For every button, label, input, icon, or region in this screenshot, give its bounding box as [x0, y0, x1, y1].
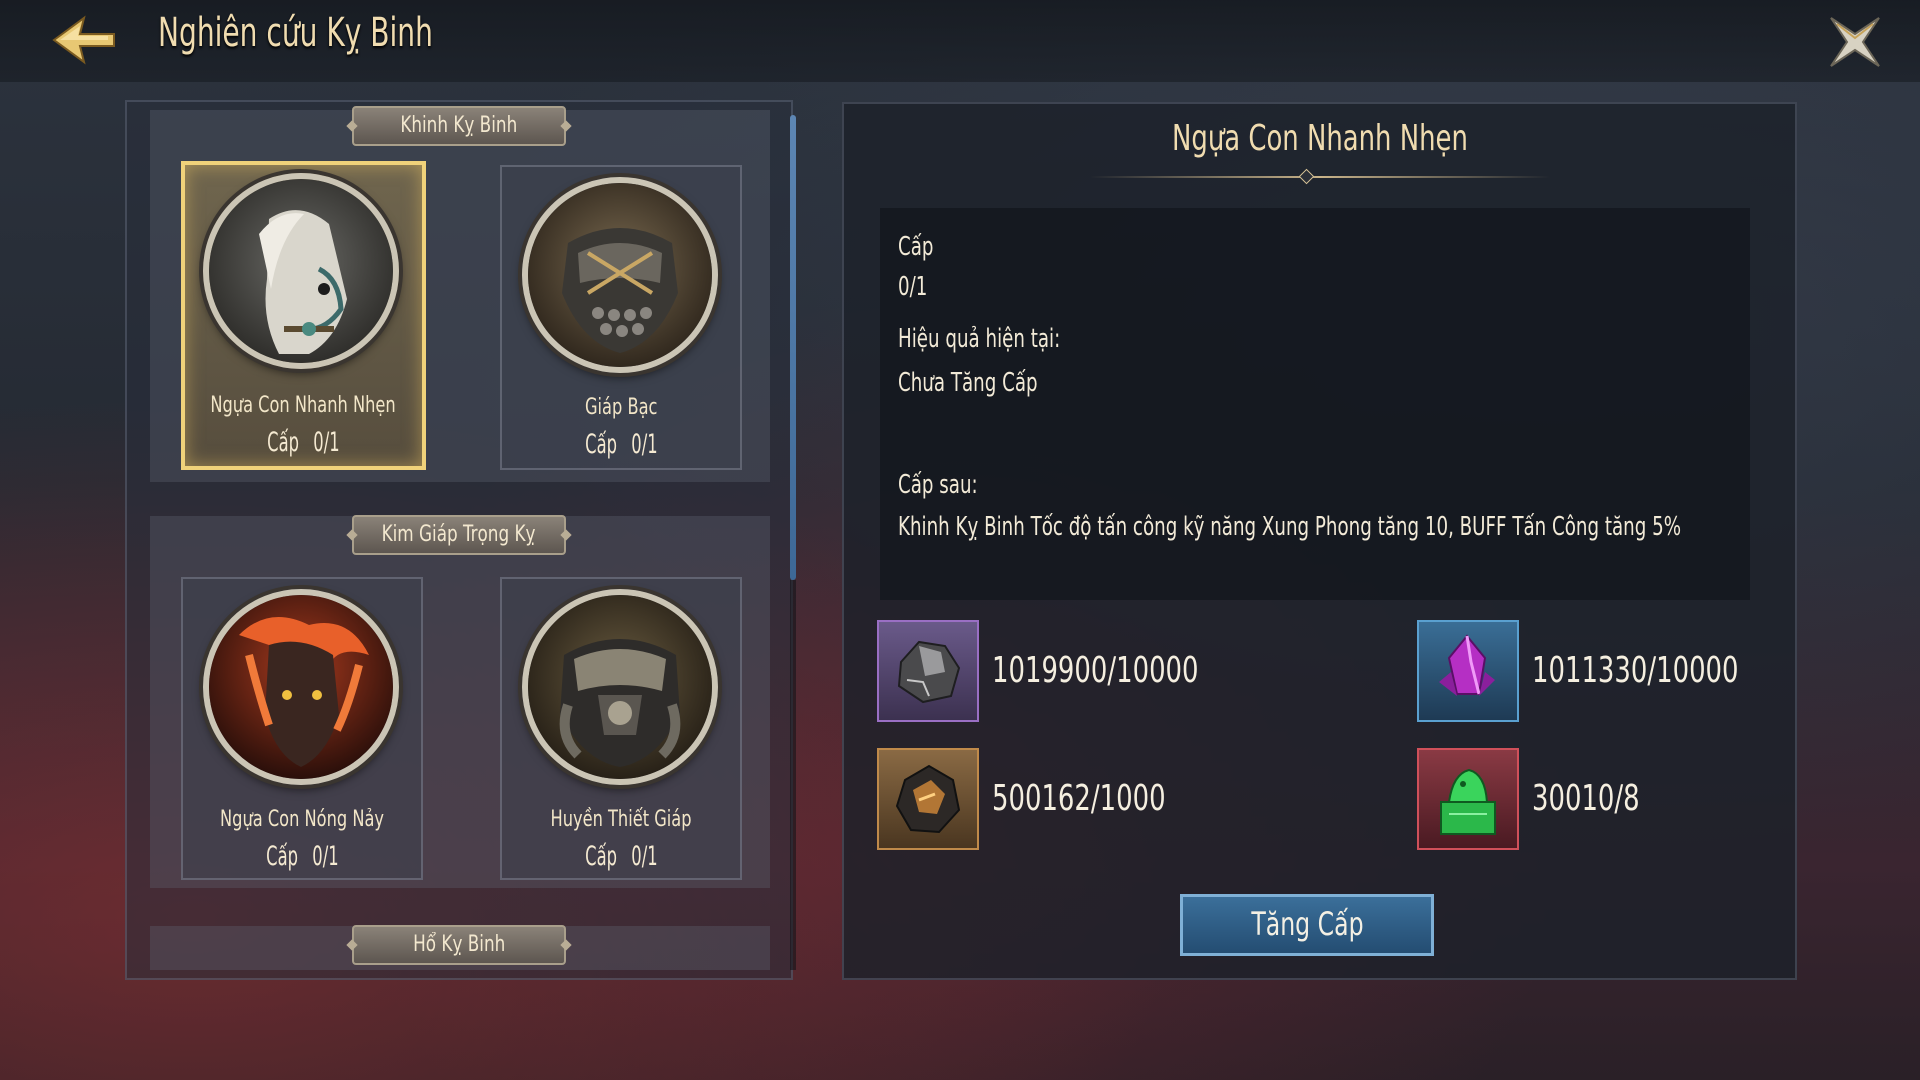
group-header-khinh-ky-binh: Khinh Kỵ Binh: [352, 106, 566, 146]
current-effect-label: Hiệu quả hiện tại:: [898, 324, 1061, 354]
fiery-horse-portrait: [203, 589, 399, 785]
purple-crystal-icon: [1417, 620, 1519, 722]
meteorite-ore-amount: 500162/1000: [992, 778, 1166, 819]
group-header-kim-giap-trong-ky: Kim Giáp Trọng Kỵ: [352, 515, 566, 555]
back-button[interactable]: [50, 10, 120, 70]
close-icon: [1830, 17, 1880, 67]
card-name: Ngựa Con Nhanh Nhẹn: [210, 393, 397, 418]
jade-seal-icon: [1417, 748, 1519, 850]
scrollbar-track: [790, 580, 796, 970]
next-level-label: Cấp sau:: [898, 470, 978, 500]
card-level: Cấp 0/1: [584, 841, 658, 872]
top-bar: Nghiên cứu Kỵ Binh: [0, 0, 1920, 82]
level-value: 0/1: [898, 272, 928, 302]
meteorite-ore-icon: [877, 748, 979, 850]
card-level: Cấp 0/1: [265, 841, 339, 872]
detail-title: Ngựa Con Nhanh Nhẹn: [1171, 118, 1468, 159]
upgrade-button[interactable]: Tăng Cấp: [1180, 894, 1434, 956]
research-card-ngua-con-nhanh-nhen[interactable]: Ngựa Con Nhanh Nhẹn Cấp 0/1: [181, 161, 426, 470]
dark-iron-armor-portrait: [522, 589, 718, 785]
card-level: Cấp 0/1: [267, 427, 341, 458]
jade-seal-amount: 30010/8: [1532, 778, 1640, 819]
research-card-giap-bac[interactable]: Giáp Bạc Cấp 0/1: [500, 165, 742, 470]
white-horse-portrait: [203, 173, 399, 369]
purple-crystal-amount: 1011330/10000: [1532, 650, 1739, 691]
close-button[interactable]: [1825, 12, 1885, 72]
scrollbar-thumb[interactable]: [790, 115, 796, 580]
card-level: Cấp 0/1: [584, 429, 658, 460]
title-divider: [1090, 176, 1550, 178]
next-level-effect: Khinh Kỵ Binh Tốc độ tấn công kỹ năng Xu…: [898, 512, 1682, 542]
iron-ore-amount: 1019900/10000: [992, 650, 1199, 691]
card-name: Giáp Bạc: [584, 395, 658, 420]
page-title: Nghiên cứu Kỵ Binh: [158, 10, 433, 56]
group-header-ho-ky-binh[interactable]: Hổ Kỵ Binh: [352, 925, 566, 965]
card-name: Ngựa Con Nóng Nảy: [219, 807, 385, 832]
research-card-huyen-thiet-giap[interactable]: Huyền Thiết Giáp Cấp 0/1: [500, 577, 742, 880]
silver-armor-portrait: [522, 177, 718, 373]
back-arrow-icon: [52, 15, 115, 65]
card-name: Huyền Thiết Giáp: [550, 807, 692, 832]
iron-ore-icon: [877, 620, 979, 722]
level-label: Cấp: [898, 232, 934, 262]
research-card-ngua-con-nong-nay[interactable]: Ngựa Con Nóng Nảy Cấp 0/1: [181, 577, 423, 880]
current-effect-value: Chưa Tăng Cấp: [898, 368, 1038, 398]
